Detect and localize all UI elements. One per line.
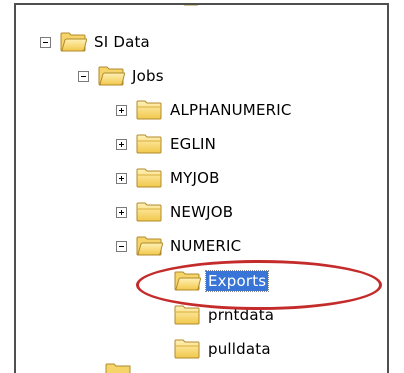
tree-item-label: SI Data bbox=[94, 33, 150, 51]
folder-open-icon bbox=[97, 65, 125, 87]
tree-item-pulldata[interactable]: pulldata bbox=[173, 336, 273, 362]
tree-item-numeric[interactable]: NUMERIC bbox=[116, 233, 243, 259]
expand-toggle-icon[interactable] bbox=[116, 206, 127, 218]
tree-item-alphanumeric[interactable]: ALPHANUMERIC bbox=[116, 97, 294, 123]
tree-item-label: Jobs bbox=[132, 67, 164, 85]
folder-icon bbox=[135, 133, 163, 155]
folder-icon bbox=[184, 5, 198, 6]
tree-item-label: EGLIN bbox=[170, 135, 217, 153]
folder-icon bbox=[173, 338, 201, 360]
tree-item-prntdata[interactable]: prntdata bbox=[173, 302, 276, 328]
collapse-toggle-icon[interactable] bbox=[116, 240, 127, 252]
folder-open-icon bbox=[135, 235, 163, 257]
tree-item-label: NUMERIC bbox=[170, 237, 242, 255]
tree-item-label: prntdata bbox=[208, 306, 275, 324]
tree-item-label: NEWJOB bbox=[170, 203, 234, 221]
tree-item-label: MYJOB bbox=[170, 169, 220, 187]
collapse-toggle-icon[interactable] bbox=[40, 36, 51, 48]
tree-item-label: pulldata bbox=[208, 340, 271, 358]
folder-icon bbox=[135, 201, 163, 223]
folder-open-icon bbox=[173, 270, 201, 292]
tree-panel: SI Data Jobs ALPHANUMERIC EGLIN MYJOB NE… bbox=[14, 3, 389, 373]
folder-icon bbox=[135, 99, 163, 121]
folder-icon bbox=[173, 304, 201, 326]
expand-toggle-icon[interactable] bbox=[116, 104, 127, 116]
tree-item-label: Exports bbox=[204, 270, 270, 292]
tree-item-label: ALPHANUMERIC bbox=[170, 101, 292, 119]
tree-item-myjob[interactable]: MYJOB bbox=[116, 165, 222, 191]
tree-item-eglin[interactable]: EGLIN bbox=[116, 131, 218, 157]
expand-toggle-icon[interactable] bbox=[116, 172, 127, 184]
tree-item-exports[interactable]: Exports bbox=[173, 268, 270, 294]
tree-item-jobs[interactable]: Jobs bbox=[78, 63, 166, 89]
tree-item-newjob[interactable]: NEWJOB bbox=[116, 199, 235, 225]
folder-icon bbox=[105, 363, 131, 373]
expand-toggle-icon[interactable] bbox=[116, 138, 127, 150]
tree-item-si-data[interactable]: SI Data bbox=[40, 29, 152, 55]
folder-open-icon bbox=[59, 31, 87, 53]
collapse-toggle-icon[interactable] bbox=[78, 70, 89, 82]
folder-icon bbox=[135, 167, 163, 189]
